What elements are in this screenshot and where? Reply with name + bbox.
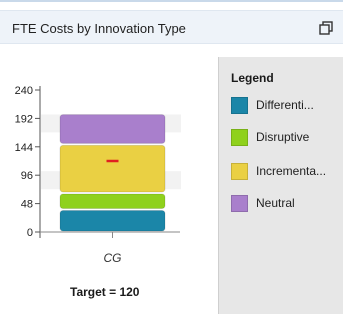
x-category-label: CG <box>104 251 122 265</box>
y-tick-label: 96 <box>21 170 33 182</box>
y-tick-label: 0 <box>27 227 33 239</box>
legend-panel: Legend Differenti... Disruptive Incremen… <box>218 57 343 314</box>
y-tick-label: 144 <box>15 142 33 154</box>
popout-button[interactable] <box>317 19 335 37</box>
chart-area: 0 48 96 144 192 240 CG <box>0 57 216 314</box>
stacked-bar-chart: 0 48 96 144 192 240 CG <box>15 85 181 265</box>
y-tick-label: 240 <box>15 85 33 97</box>
legend-label: Disruptive <box>256 130 310 144</box>
legend-title: Legend <box>231 71 274 85</box>
legend-label: Incrementa... <box>256 164 327 178</box>
panel-title: FTE Costs by Innovation Type <box>12 21 186 36</box>
legend-item: Incrementa... <box>231 161 343 183</box>
legend-item: Disruptive <box>231 127 343 149</box>
fte-costs-panel: FTE Costs by Innovation Type 0 48 96 144 192… <box>0 0 343 314</box>
legend-swatch <box>231 163 248 180</box>
legend-label: Differenti... <box>256 98 314 112</box>
legend-item: Neutral <box>231 193 343 215</box>
bar-segment <box>59 193 166 210</box>
bar-segment <box>59 144 166 193</box>
legend-item: Differenti... <box>231 95 343 117</box>
bar-segment <box>59 210 166 232</box>
y-tick-label: 192 <box>15 113 33 125</box>
legend-swatch <box>231 195 248 212</box>
target-label: Target = 120 <box>70 285 140 299</box>
popout-icon <box>319 21 333 35</box>
legend-label: Neutral <box>256 196 295 210</box>
legend-swatch <box>231 129 248 146</box>
y-tick-label: 48 <box>21 199 33 211</box>
legend-swatch <box>231 97 248 114</box>
bar-segment <box>59 114 166 144</box>
panel-header: FTE Costs by Innovation Type <box>0 10 343 44</box>
